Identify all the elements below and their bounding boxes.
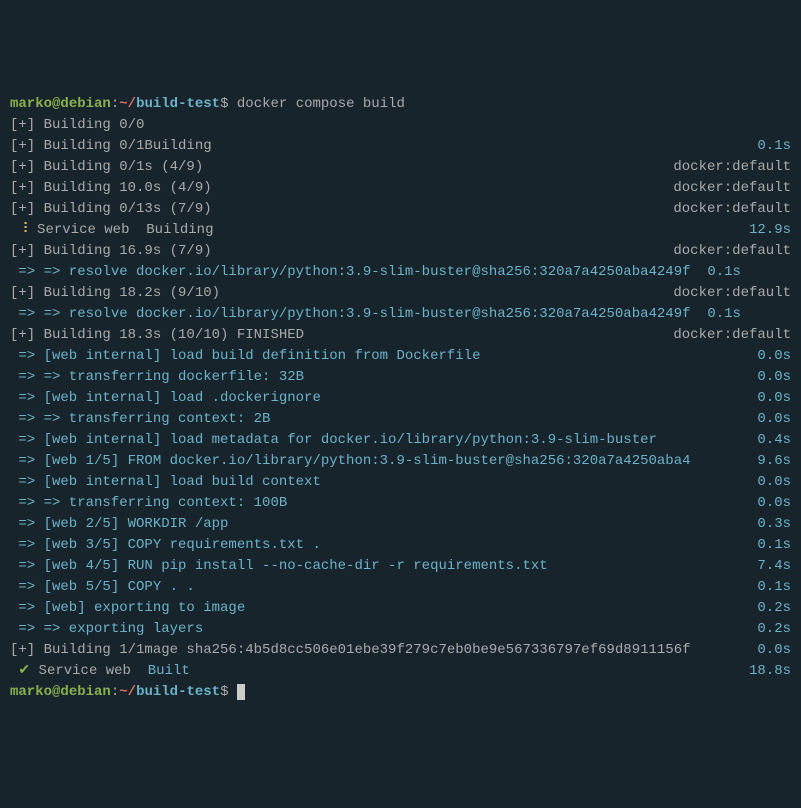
output-left: ⠸ Service web Building	[10, 220, 214, 241]
output-right: 0.1s	[757, 577, 791, 598]
output-line: => [web 3/5] COPY requirements.txt . 0.1s	[10, 535, 791, 556]
output-line: => => transferring context: 2B 0.0s	[10, 409, 791, 430]
prompt-tilde: ~/	[119, 684, 136, 700]
output-line: => [web internal] load metadata for dock…	[10, 430, 791, 451]
output-right: 0.0s	[757, 367, 791, 388]
output-left: => => exporting layers	[10, 619, 203, 640]
prompt-path: build-test	[136, 96, 220, 112]
output-line: => => exporting layers 0.2s	[10, 619, 791, 640]
output-right: 7.4s	[757, 556, 791, 577]
terminal-output: marko@debian:~/build-test$ docker compos…	[10, 94, 791, 703]
output-right: 0.4s	[757, 430, 791, 451]
output-right: docker:default	[673, 283, 791, 304]
prompt-dollar: $	[220, 684, 228, 700]
prompt-colon: :	[111, 684, 119, 700]
output-right: 0.3s	[757, 514, 791, 535]
output-right: 18.8s	[749, 661, 791, 682]
prompt-at: @	[52, 684, 60, 700]
output-line: [+] Building 16.9s (7/9) docker:default	[10, 241, 791, 262]
output-left: => [web 2/5] WORKDIR /app	[10, 514, 228, 535]
prompt-host: debian	[60, 96, 110, 112]
output-line: => => resolve docker.io/library/python:3…	[10, 262, 791, 283]
output-line: => => transferring context: 100B 0.0s	[10, 493, 791, 514]
output-left: => => transferring dockerfile: 32B	[10, 367, 304, 388]
output-left: [+] Building 0/1s (4/9)	[10, 157, 203, 178]
output-left: => [web 5/5] COPY . .	[10, 577, 195, 598]
output-left: => [web 4/5] RUN pip install --no-cache-…	[10, 556, 548, 577]
output-right: docker:default	[673, 178, 791, 199]
output-right: 9.6s	[757, 451, 791, 472]
output-line: [+] Building 18.2s (9/10) docker:default	[10, 283, 791, 304]
prompt-tilde: ~/	[119, 96, 136, 112]
output-left: [+] Building 18.2s (9/10)	[10, 283, 220, 304]
prompt-path: build-test	[136, 684, 220, 700]
output-line: [+] Building 10.0s (4/9) docker:default	[10, 178, 791, 199]
output-left: => [web 3/5] COPY requirements.txt .	[10, 535, 321, 556]
output-line: => [web internal] load .dockerignore 0.0s	[10, 388, 791, 409]
output-line: => [web 2/5] WORKDIR /app 0.3s	[10, 514, 791, 535]
output-left: [+] Building 0/1Building	[10, 136, 212, 157]
output-right: docker:default	[673, 199, 791, 220]
output-right: 0.1s	[757, 136, 791, 157]
output-left: [+] Building 10.0s (4/9)	[10, 178, 212, 199]
prompt-colon: :	[111, 96, 119, 112]
output-left: => [web internal] load metadata for dock…	[10, 430, 657, 451]
output-line: [+] Building 0/0	[10, 115, 791, 136]
output-line: => [web 4/5] RUN pip install --no-cache-…	[10, 556, 791, 577]
output-right: 12.9s	[749, 220, 791, 241]
output-left: [+] Building 16.9s (7/9)	[10, 241, 212, 262]
output-right: 0.1s	[757, 535, 791, 556]
output-left: => => transferring context: 2B	[10, 409, 270, 430]
output-left: [+] Building 1/1mage sha256:4b5d8cc506e0…	[10, 640, 691, 661]
output-left: ✔ Service web Built	[10, 661, 190, 682]
output-right: 0.0s	[757, 493, 791, 514]
output-left: [+] Building 18.3s (10/10) FINISHED	[10, 325, 304, 346]
output-line: [+] Building 1/1mage sha256:4b5d8cc506e0…	[10, 640, 791, 661]
output-right: 0.0s	[757, 346, 791, 367]
output-left: [+] Building 0/0	[10, 115, 144, 136]
output-line: => [web internal] load build context 0.0s	[10, 472, 791, 493]
output-line: ⠸ Service web Building 12.9s	[10, 220, 791, 241]
output-line: [+] Building 18.3s (10/10) FINISHED docke…	[10, 325, 791, 346]
output-line: ✔ Service web Built 18.8s	[10, 661, 791, 682]
output-left: => [web 1/5] FROM docker.io/library/pyth…	[10, 451, 691, 472]
output-line: [+] Building 0/13s (7/9) docker:default	[10, 199, 791, 220]
output-left: => => resolve docker.io/library/python:3…	[10, 262, 741, 283]
command-text: docker compose build	[228, 96, 404, 112]
output-right: 0.2s	[757, 619, 791, 640]
output-line: => => resolve docker.io/library/python:3…	[10, 304, 791, 325]
output-right: 0.0s	[757, 409, 791, 430]
output-left: [+] Building 0/13s (7/9)	[10, 199, 212, 220]
command-line: marko@debian:~/build-test$ docker compos…	[10, 94, 791, 115]
output-line: => [web internal] load build definition …	[10, 346, 791, 367]
prompt-user: marko	[10, 684, 52, 700]
output-right: 0.0s	[757, 388, 791, 409]
output-left: => [web] exporting to image	[10, 598, 245, 619]
output-left: => [web internal] load build context	[10, 472, 321, 493]
output-line: [+] Building 0/1s (4/9) docker:default	[10, 157, 791, 178]
output-line: => [web 1/5] FROM docker.io/library/pyth…	[10, 451, 791, 472]
output-line: => => transferring dockerfile: 32B 0.0s	[10, 367, 791, 388]
output-right: docker:default	[673, 325, 791, 346]
output-left: => [web internal] load .dockerignore	[10, 388, 321, 409]
output-right: docker:default	[673, 241, 791, 262]
prompt-user: marko	[10, 96, 52, 112]
output-right: 0.0s	[757, 472, 791, 493]
output-right: 0.2s	[757, 598, 791, 619]
output-left: => [web internal] load build definition …	[10, 346, 480, 367]
output-right: 0.0s	[757, 640, 791, 661]
output-line: => [web] exporting to image 0.2s	[10, 598, 791, 619]
output-left: => => resolve docker.io/library/python:3…	[10, 304, 741, 325]
output-left: => => transferring context: 100B	[10, 493, 287, 514]
output-line: => [web 5/5] COPY . . 0.1s	[10, 577, 791, 598]
prompt-line[interactable]: marko@debian:~/build-test$	[10, 682, 791, 703]
cursor	[237, 684, 245, 700]
output-right: docker:default	[673, 157, 791, 178]
prompt-host: debian	[60, 684, 110, 700]
output-line: [+] Building 0/1Building 0.1s	[10, 136, 791, 157]
